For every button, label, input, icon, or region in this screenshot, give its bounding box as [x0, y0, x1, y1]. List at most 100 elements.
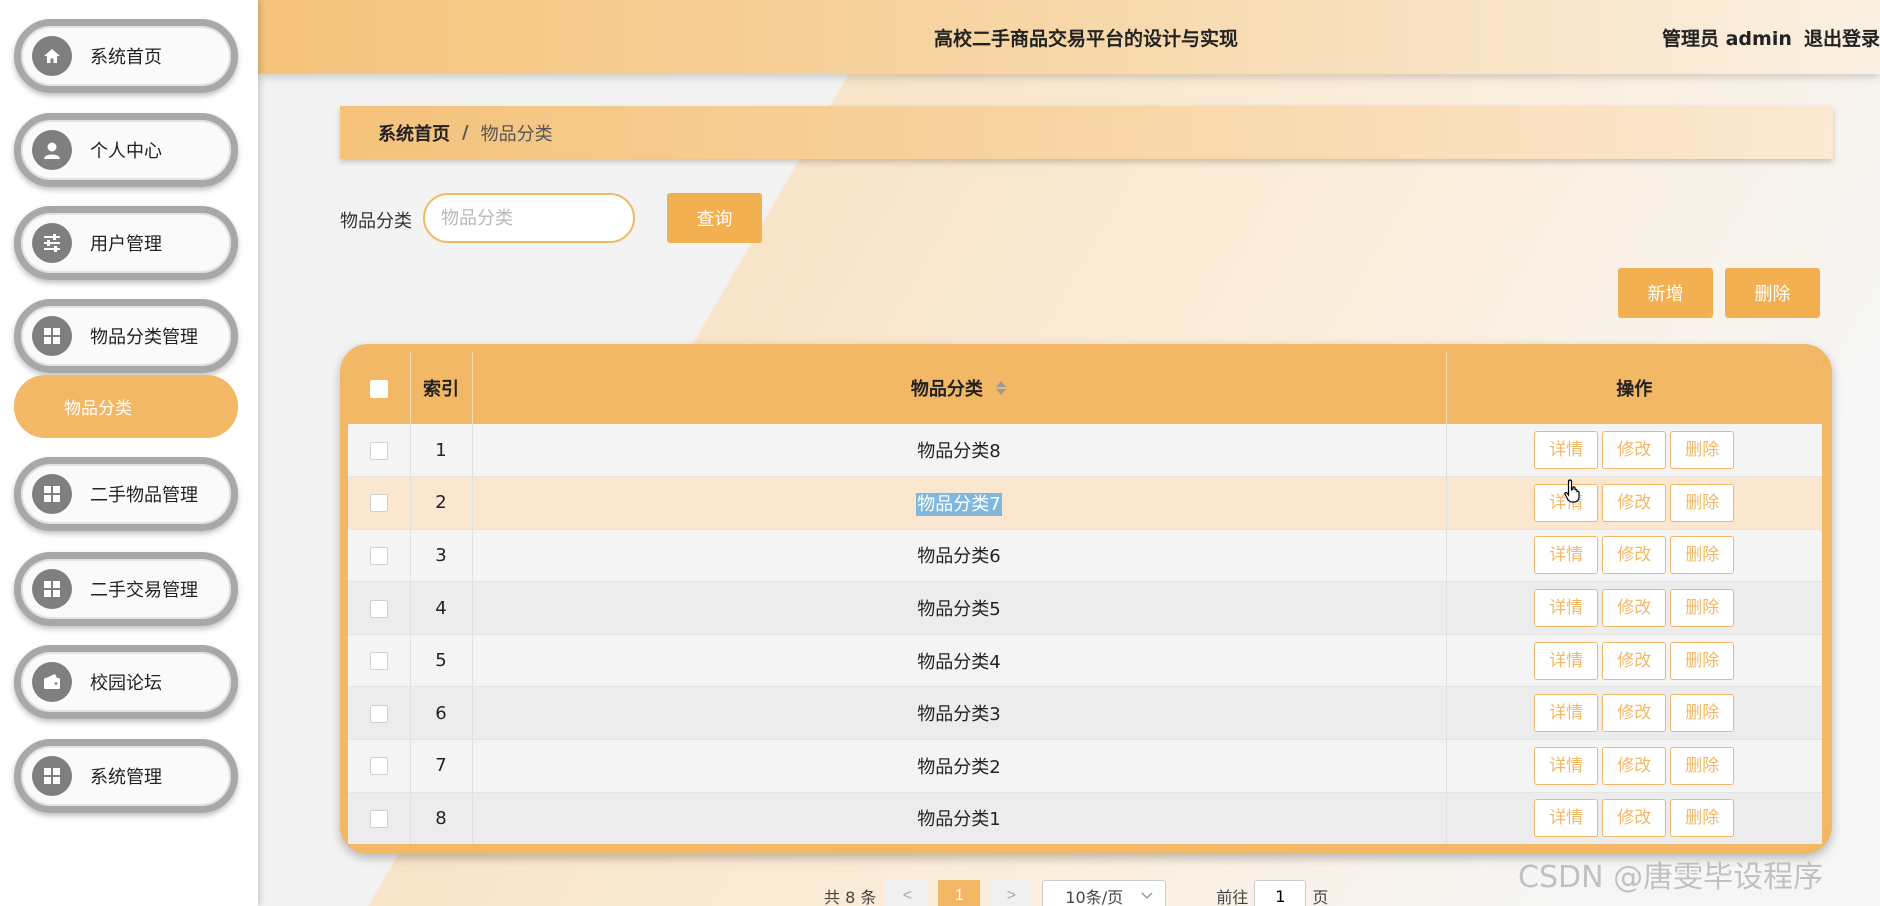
- wallet-icon: [32, 662, 72, 702]
- user-icon: [32, 130, 72, 170]
- sidebar-item-goods-mgmt[interactable]: 二手物品管理: [14, 457, 238, 531]
- sidebar-item-home[interactable]: 系统首页: [14, 19, 238, 93]
- row-category-cell: 物品分类4: [472, 634, 1447, 688]
- row-ops-cell: 详情 修改 删除: [1446, 581, 1822, 635]
- column-header-ops: 操作: [1616, 379, 1653, 400]
- table-row[interactable]: 6 物品分类3 详情 修改 删除: [348, 686, 1822, 741]
- delete-button[interactable]: 删除: [1670, 483, 1735, 522]
- sort-icon[interactable]: [995, 380, 1007, 401]
- row-index: 3: [410, 529, 473, 583]
- table-row[interactable]: 5 物品分类4 详情 修改 删除: [348, 634, 1822, 688]
- batch-delete-button[interactable]: 删除: [1725, 268, 1820, 318]
- row-category: 物品分类4: [917, 651, 1001, 673]
- sidebar-item-profile[interactable]: 个人中心: [14, 113, 238, 187]
- row-checkbox[interactable]: [369, 704, 388, 723]
- table-row[interactable]: 2 物品分类7 详情 修改 删除: [348, 476, 1822, 530]
- row-category: 物品分类3: [917, 704, 1001, 726]
- page-size-select[interactable]: 10条/页: [1042, 880, 1167, 906]
- pager-next-button[interactable]: >: [990, 880, 1033, 906]
- sidebar: 系统首页 个人中心 用户管理 物品分类管理 物品分类 二手物品管理 二手交易管理: [0, 0, 258, 906]
- table-row[interactable]: 7 物品分类2 详情 修改 删除: [348, 739, 1822, 793]
- table-row[interactable]: 1 物品分类8 详情 修改 删除: [348, 424, 1822, 478]
- row-checkbox[interactable]: [369, 757, 388, 776]
- row-category-cell: 物品分类6: [472, 529, 1447, 583]
- category-table: 索引 物品分类 操作 1 物品分类8 详情 修改 删除 2 物品分类7 详情 修改 删除 3 物品分类…: [340, 344, 1832, 854]
- edit-button[interactable]: 修改: [1602, 483, 1667, 522]
- delete-button[interactable]: 删除: [1670, 431, 1735, 470]
- edit-button[interactable]: 修改: [1602, 589, 1667, 628]
- row-checkbox[interactable]: [369, 652, 388, 671]
- delete-button[interactable]: 删除: [1670, 799, 1735, 838]
- sidebar-item-category-mgmt[interactable]: 物品分类管理: [14, 299, 238, 373]
- pager-goto-input[interactable]: [1254, 880, 1307, 906]
- search-label: 物品分类: [340, 211, 412, 232]
- breadcrumb-separator: /: [462, 122, 469, 143]
- column-header-category[interactable]: 物品分类: [472, 352, 1447, 424]
- table-row[interactable]: 3 物品分类6 详情 修改 删除: [348, 529, 1822, 583]
- table-row[interactable]: 4 物品分类5 详情 修改 删除: [348, 581, 1822, 635]
- row-category-cell: 物品分类5: [472, 581, 1447, 635]
- row-category-cell: 物品分类2: [472, 739, 1447, 793]
- grid-icon: [32, 569, 72, 609]
- table-row[interactable]: 8 物品分类1 详情 修改 删除: [348, 792, 1822, 844]
- row-index: 4: [410, 581, 473, 635]
- sidebar-item-users[interactable]: 用户管理: [14, 206, 238, 280]
- detail-button[interactable]: 详情: [1534, 641, 1599, 680]
- row-checkbox[interactable]: [369, 441, 388, 460]
- sidebar-item-label: 物品分类管理: [90, 327, 198, 348]
- detail-button[interactable]: 详情: [1534, 589, 1599, 628]
- sidebar-item-forum[interactable]: 校园论坛: [14, 645, 238, 719]
- select-all-cell: [348, 352, 411, 424]
- row-checkbox[interactable]: [369, 546, 388, 565]
- logout-link[interactable]: 退出登录: [1804, 24, 1880, 51]
- grid-icon: [32, 474, 72, 514]
- pager-page-1[interactable]: 1: [938, 880, 981, 906]
- row-index: 5: [410, 634, 473, 688]
- home-icon: [32, 36, 72, 76]
- edit-button[interactable]: 修改: [1602, 536, 1667, 575]
- sidebar-item-label: 二手交易管理: [90, 580, 198, 601]
- row-checkbox[interactable]: [369, 809, 388, 828]
- sidebar-item-trade-mgmt[interactable]: 二手交易管理: [14, 552, 238, 626]
- row-checkbox-cell: [348, 581, 411, 635]
- edit-button[interactable]: 修改: [1602, 694, 1667, 733]
- query-button[interactable]: 查询: [667, 193, 762, 243]
- breadcrumb: 系统首页 / 物品分类: [340, 106, 1833, 159]
- pager-page-unit: 页: [1312, 888, 1329, 906]
- row-checkbox[interactable]: [369, 494, 388, 513]
- row-checkbox[interactable]: [369, 599, 388, 618]
- hand-cursor-icon: [1564, 478, 1584, 508]
- detail-button[interactable]: 详情: [1534, 431, 1599, 470]
- row-ops-cell: 详情 修改 删除: [1446, 792, 1822, 844]
- edit-button[interactable]: 修改: [1602, 641, 1667, 680]
- sliders-icon: [32, 223, 72, 263]
- detail-button[interactable]: 详情: [1534, 746, 1599, 785]
- edit-button[interactable]: 修改: [1602, 746, 1667, 785]
- sidebar-item-system[interactable]: 系统管理: [14, 739, 238, 813]
- row-checkbox-cell: [348, 686, 411, 741]
- delete-button[interactable]: 删除: [1670, 641, 1735, 680]
- detail-button[interactable]: 详情: [1534, 536, 1599, 575]
- add-button[interactable]: 新增: [1618, 268, 1713, 318]
- select-all-checkbox[interactable]: [369, 379, 388, 398]
- sidebar-item-label: 校园论坛: [90, 673, 162, 694]
- sidebar-subitem-category[interactable]: 物品分类: [14, 375, 238, 438]
- row-ops-cell: 详情 修改 删除: [1446, 739, 1822, 793]
- delete-button[interactable]: 删除: [1670, 746, 1735, 785]
- pagination: 共 8 条 < 1 > 10条/页 前往 页: [824, 880, 1328, 906]
- detail-button[interactable]: 详情: [1534, 799, 1599, 838]
- edit-button[interactable]: 修改: [1602, 431, 1667, 470]
- category-search-input[interactable]: [423, 193, 635, 243]
- delete-button[interactable]: 删除: [1670, 694, 1735, 733]
- edit-button[interactable]: 修改: [1602, 799, 1667, 838]
- table-header-row: 索引 物品分类 操作: [348, 352, 1822, 424]
- detail-button[interactable]: 详情: [1534, 694, 1599, 733]
- delete-button[interactable]: 删除: [1670, 536, 1735, 575]
- breadcrumb-home[interactable]: 系统首页: [378, 120, 450, 146]
- delete-button[interactable]: 删除: [1670, 589, 1735, 628]
- current-user: 管理员 admin: [1662, 28, 1792, 50]
- grid-icon: [32, 756, 72, 796]
- page-size-value: 10条/页: [1065, 888, 1124, 906]
- pager-prev-button[interactable]: <: [886, 880, 929, 906]
- row-category-cell: 物品分类8: [472, 424, 1447, 478]
